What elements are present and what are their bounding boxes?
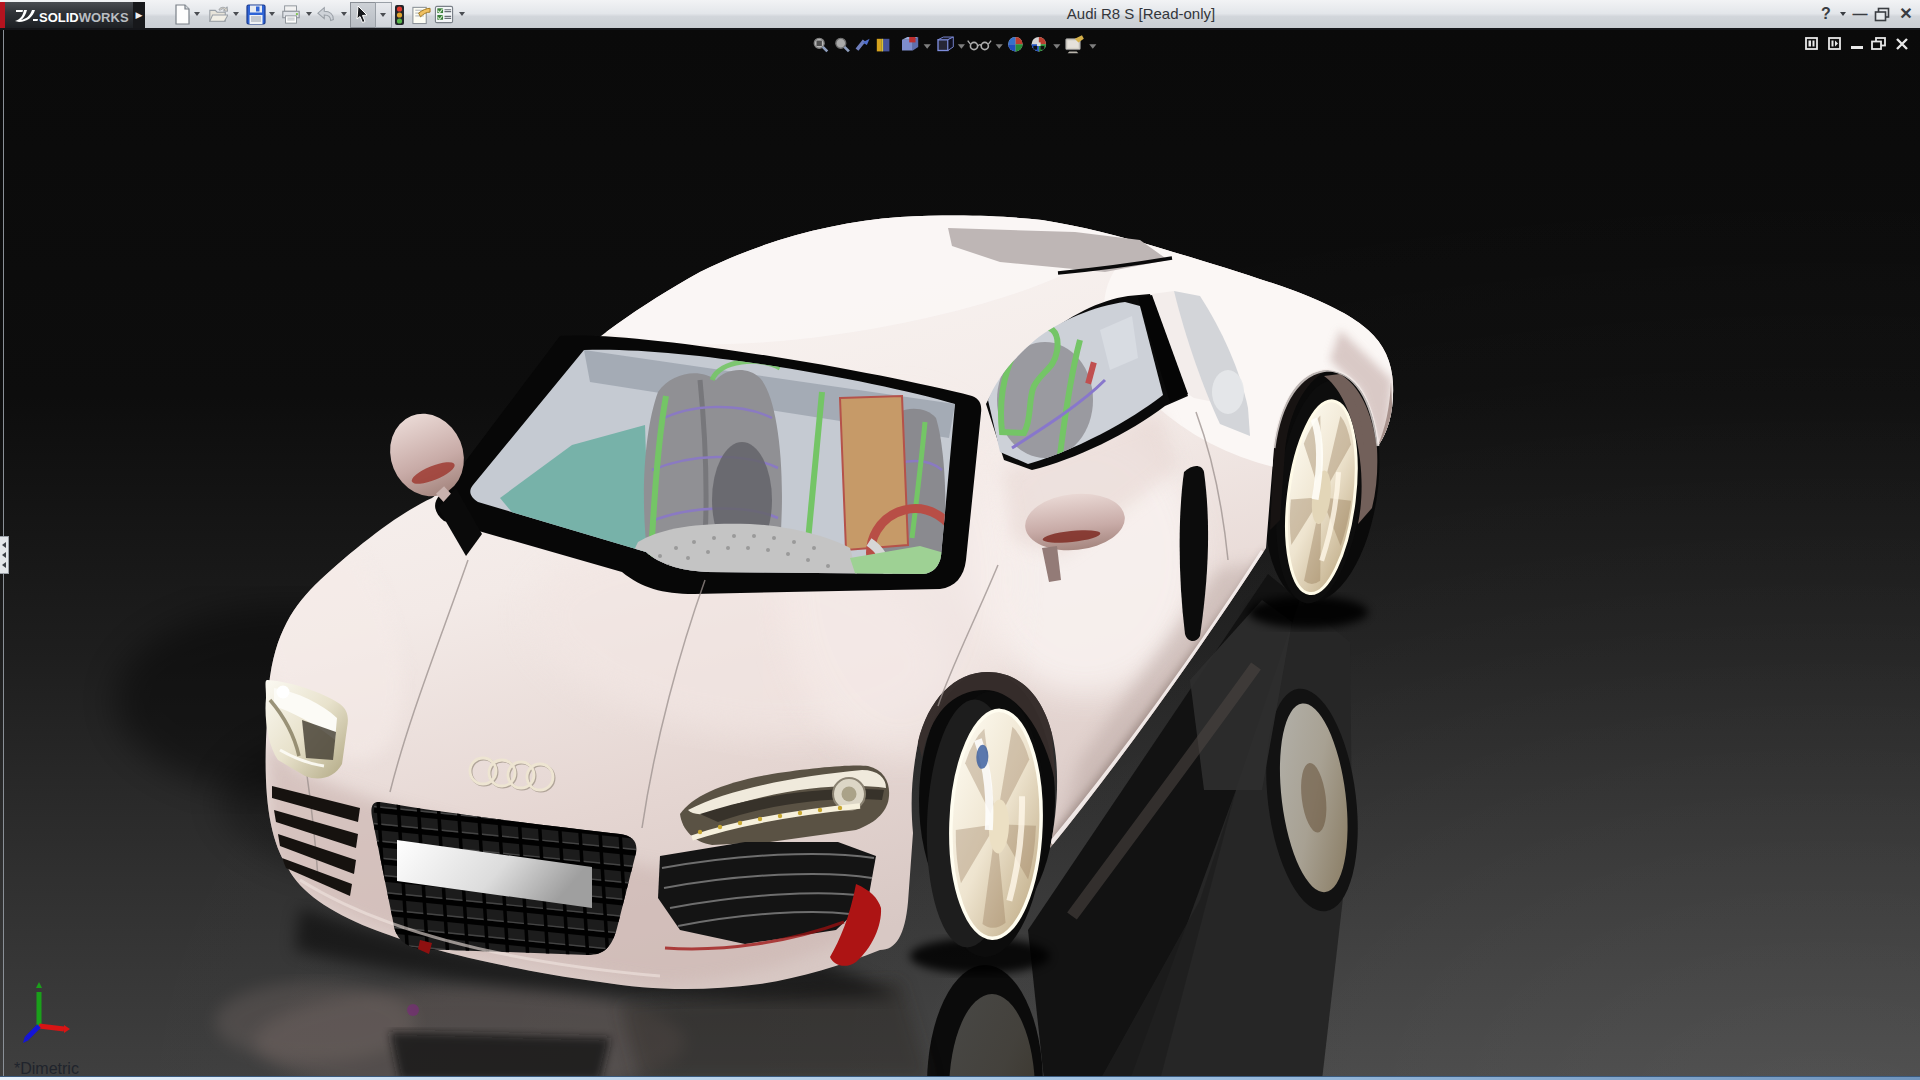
svg-text:*Dimetric: *Dimetric bbox=[14, 1060, 79, 1077]
